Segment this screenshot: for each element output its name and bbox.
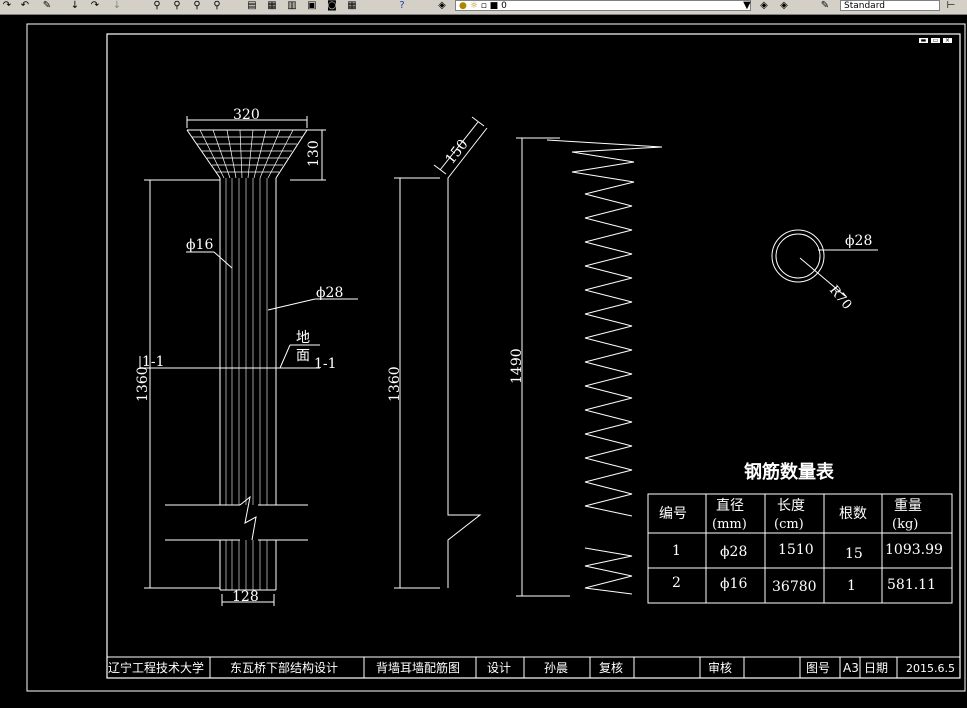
label-section-left: 1-1	[142, 354, 165, 370]
row1-dia: ϕ28	[720, 544, 747, 560]
tb-designer: 孙晨	[544, 661, 568, 675]
chevron-down-icon[interactable]: ▼	[742, 0, 752, 12]
tool-palette-icon[interactable]: ▥	[285, 0, 299, 12]
viewport-controls: ▬ ▭ ×	[918, 37, 958, 45]
circle-label-phi28: ϕ28	[845, 233, 872, 249]
row2-weight: 581.11	[887, 577, 936, 593]
zoom-previous-icon[interactable]: ⚲	[190, 0, 204, 12]
text-style-value: Standard	[844, 1, 885, 11]
dim-top-width: 320	[233, 107, 260, 123]
text-style-dropdown[interactable]: Standard	[840, 0, 940, 11]
zoom-extents-icon[interactable]: ⚲	[210, 0, 224, 12]
dim-style-icon[interactable]: ⊢	[944, 0, 958, 12]
drawing-canvas[interactable]: 320 130 1360 128 ϕ16 ϕ28 地 面 1-1 1-1 150…	[0, 14, 967, 708]
design-center-icon[interactable]: ▦	[265, 0, 279, 12]
markup-icon[interactable]: ◙	[325, 0, 339, 12]
row1-len: 1510	[778, 542, 814, 558]
th-dia-unit: (mm)	[712, 517, 747, 532]
dim-spiral-1490: 1490	[509, 348, 525, 384]
th-len: 长度	[777, 498, 805, 514]
calculator-icon[interactable]: ▦	[345, 0, 359, 12]
sun-icon: ☼	[469, 1, 478, 11]
tb-sheet-size: A3	[843, 661, 859, 675]
th-len-unit: (cm)	[774, 517, 804, 532]
properties-icon[interactable]: ▤	[245, 0, 259, 12]
label-section-right: 1-1	[314, 356, 337, 372]
row2-count: 1	[847, 578, 856, 594]
label-ground-2: 面	[296, 348, 310, 364]
label-ground-1: 地	[296, 330, 310, 346]
tb-project: 东瓦桥下部结构设计	[230, 660, 338, 675]
minimize-icon[interactable]: ▬	[918, 37, 929, 44]
tb-drawing-no-label: 图号	[806, 661, 830, 675]
toolbar: ↷ ↶ ✎ ↓ ↷ ↓ ⚲ ⚲ ⚲ ⚲ ▤ ▦ ▥ ▣ ◙ ▦ ? ◈ ● ☼ …	[0, 0, 967, 15]
redo-icon[interactable]: ↷	[88, 0, 102, 12]
row1-no: 1	[672, 543, 681, 559]
th-count: 根数	[839, 506, 867, 522]
redo-disabled-icon[interactable]: ↓	[110, 0, 124, 12]
lightbulb-icon: ●	[459, 1, 467, 11]
close-icon[interactable]: ×	[942, 37, 953, 44]
undo-icon[interactable]: ↶	[18, 0, 32, 12]
row1-count: 15	[845, 546, 863, 562]
zoom-window-icon[interactable]: ⚲	[170, 0, 184, 12]
th-no: 编号	[659, 506, 687, 522]
tb-drawing-name: 背墙耳墙配筋图	[376, 660, 460, 675]
circle-label-r70: R70	[826, 283, 854, 313]
dim-bottom-width: 128	[232, 589, 259, 605]
dim-main-height: 1360	[135, 366, 151, 402]
layer-previous-icon[interactable]: ◈	[777, 0, 791, 12]
sheet-set-icon[interactable]: ▣	[305, 0, 319, 12]
restore-icon[interactable]: ▭	[930, 37, 941, 44]
help-icon[interactable]: ?	[395, 0, 409, 12]
th-weight: 重量	[894, 498, 922, 514]
layer-dropdown[interactable]: ● ☼ ▫ ■ 0	[455, 0, 751, 11]
dim-top-height: 130	[306, 140, 322, 167]
label-phi28: ϕ28	[316, 285, 343, 301]
row2-dia: ϕ16	[720, 576, 747, 592]
text-style-icon[interactable]: ✎	[818, 0, 832, 12]
edit-icon[interactable]: ✎	[40, 0, 54, 12]
zoom-realtime-icon[interactable]: ⚲	[150, 0, 164, 12]
layers-icon[interactable]: ◈	[435, 0, 449, 12]
tb-audit-label: 审核	[708, 660, 732, 675]
tb-school: 辽宁工程技术大学	[108, 660, 204, 675]
row2-no: 2	[672, 575, 681, 591]
tb-design-label: 设计	[487, 661, 511, 675]
layer-value: 0	[501, 1, 507, 11]
label-phi16: ϕ16	[186, 237, 213, 253]
arrow-down-icon[interactable]: ↓	[68, 0, 82, 12]
dim-bent-1360: 1360	[387, 366, 403, 402]
pan-icon[interactable]: ↷	[0, 0, 14, 12]
bent-bar-detail	[394, 116, 488, 589]
lock-icon: ▫	[480, 1, 487, 11]
tb-review-label: 复核	[599, 661, 623, 675]
spiral-bar-detail	[516, 137, 663, 597]
dim-bent-150: 150	[443, 137, 472, 168]
row2-len: 36780	[772, 579, 817, 595]
th-dia: 直径	[716, 497, 744, 514]
row1-weight: 1093.99	[885, 542, 943, 558]
color-swatch-icon: ■	[489, 1, 499, 11]
tb-date: 2015.6.5	[906, 662, 955, 675]
make-current-layer-icon[interactable]: ◈	[757, 0, 771, 12]
tb-date-label: 日期	[864, 661, 888, 675]
th-weight-unit: (kg)	[892, 517, 918, 532]
rebar-table-title: 钢筋数量表	[744, 461, 835, 483]
inner-border	[106, 33, 961, 679]
